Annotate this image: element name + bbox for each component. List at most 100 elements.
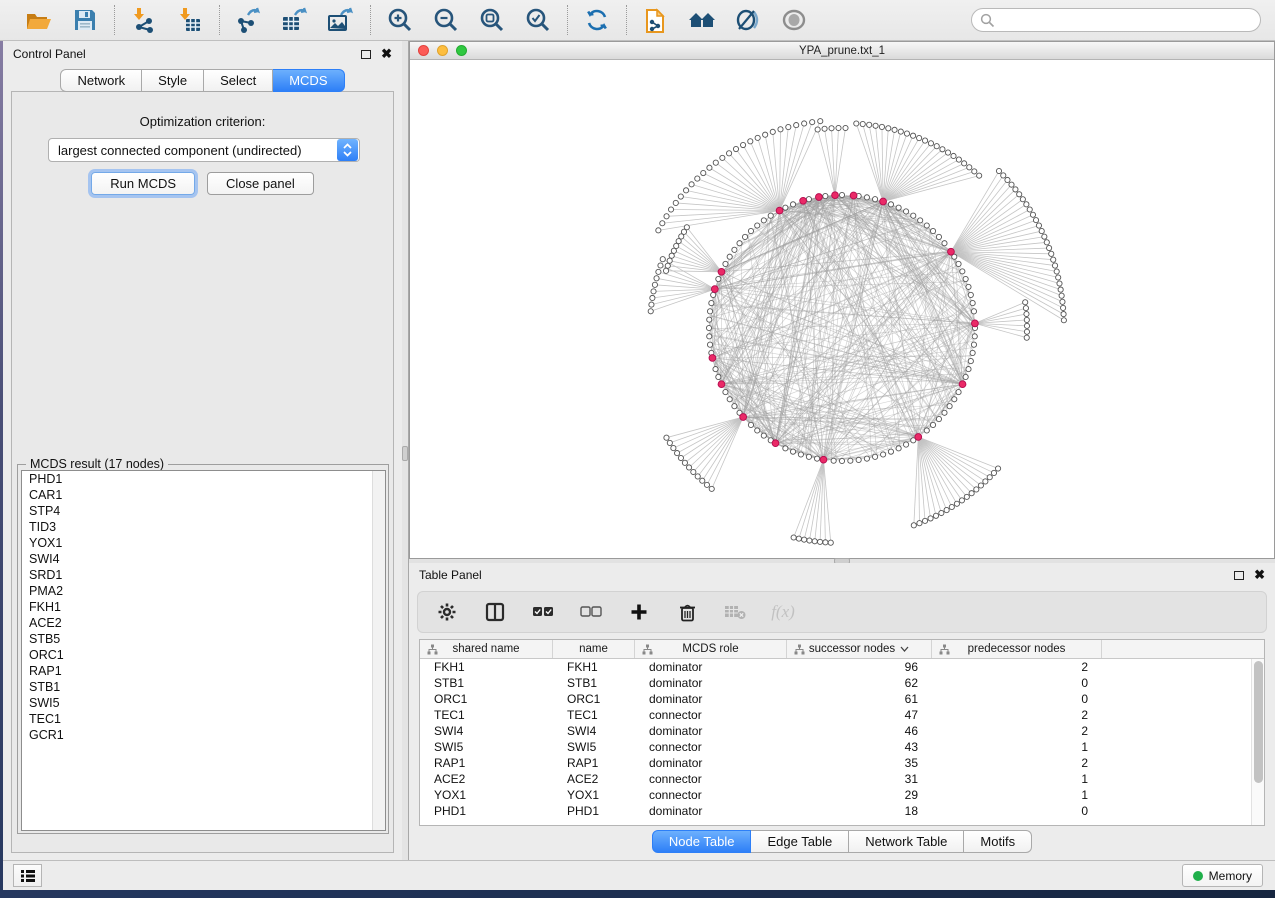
- leaf-node[interactable]: [969, 491, 974, 496]
- ring-node[interactable]: [790, 202, 795, 207]
- leaf-node[interactable]: [1024, 323, 1029, 328]
- ring-node[interactable]: [888, 202, 893, 207]
- leaf-node[interactable]: [1023, 306, 1028, 311]
- mcds-result-item[interactable]: STB1: [22, 679, 385, 695]
- leaf-node[interactable]: [1036, 223, 1041, 228]
- leaf-node[interactable]: [928, 516, 933, 521]
- mcds-result-item[interactable]: PHD1: [22, 471, 385, 487]
- leaf-node[interactable]: [917, 135, 922, 140]
- ring-node[interactable]: [713, 366, 718, 371]
- ring-node[interactable]: [727, 397, 732, 402]
- ring-node[interactable]: [911, 213, 916, 218]
- tab-edge-table[interactable]: Edge Table: [751, 830, 849, 853]
- ring-node[interactable]: [952, 397, 957, 402]
- leaf-node[interactable]: [1059, 293, 1064, 298]
- leaf-node[interactable]: [843, 125, 848, 130]
- leaf-node[interactable]: [671, 445, 676, 450]
- leaf-node[interactable]: [1027, 207, 1032, 212]
- table-row[interactable]: ACE2ACE2connector311: [420, 771, 1251, 787]
- ring-node[interactable]: [783, 446, 788, 451]
- leaf-node[interactable]: [1023, 300, 1028, 305]
- leaf-node[interactable]: [770, 129, 775, 134]
- ring-node[interactable]: [707, 342, 712, 347]
- leaf-node[interactable]: [1061, 311, 1066, 316]
- ring-node[interactable]: [839, 458, 844, 463]
- ring-node[interactable]: [798, 452, 803, 457]
- ring-node[interactable]: [924, 428, 929, 433]
- mcds-result-item[interactable]: STB5: [22, 631, 385, 647]
- leaf-node[interactable]: [823, 540, 828, 545]
- leaf-node[interactable]: [922, 518, 927, 523]
- table-row[interactable]: PHD1PHD1dominator180: [420, 803, 1251, 819]
- ring-node[interactable]: [732, 404, 737, 409]
- leaf-node[interactable]: [967, 165, 972, 170]
- leaf-node[interactable]: [791, 535, 796, 540]
- import-network-button[interactable]: [129, 6, 159, 34]
- refresh-view-button[interactable]: [582, 6, 612, 34]
- leaf-node[interactable]: [664, 214, 669, 219]
- leaf-node[interactable]: [812, 539, 817, 544]
- leaf-node[interactable]: [1017, 192, 1022, 197]
- mcds-result-item[interactable]: ORC1: [22, 647, 385, 663]
- mcds-hub-node[interactable]: [709, 355, 716, 362]
- table-row[interactable]: SWI4SWI4dominator462: [420, 723, 1251, 739]
- leaf-node[interactable]: [1024, 202, 1029, 207]
- ring-node[interactable]: [903, 209, 908, 214]
- leaf-node[interactable]: [1057, 281, 1062, 286]
- leaf-node[interactable]: [700, 478, 705, 483]
- ring-node[interactable]: [823, 193, 828, 198]
- leaf-node[interactable]: [733, 146, 738, 151]
- ring-node[interactable]: [732, 247, 737, 252]
- tab-mcds[interactable]: MCDS: [273, 69, 344, 92]
- leaf-node[interactable]: [1024, 335, 1029, 340]
- leaf-node[interactable]: [1009, 182, 1014, 187]
- leaf-node[interactable]: [652, 282, 657, 287]
- import-table-button[interactable]: [175, 6, 205, 34]
- ring-node[interactable]: [942, 241, 947, 246]
- leaf-node[interactable]: [945, 150, 950, 155]
- leaf-node[interactable]: [707, 165, 712, 170]
- ring-node[interactable]: [839, 192, 844, 197]
- ring-node[interactable]: [963, 374, 968, 379]
- table-row[interactable]: SWI5SWI5connector431: [420, 739, 1251, 755]
- leaf-node[interactable]: [686, 465, 691, 470]
- mcds-result-item[interactable]: ACE2: [22, 615, 385, 631]
- leaf-node[interactable]: [828, 540, 833, 545]
- table-settings-button[interactable]: [434, 599, 460, 625]
- ring-node[interactable]: [761, 433, 766, 438]
- ring-node[interactable]: [968, 292, 973, 297]
- leaf-node[interactable]: [1024, 311, 1029, 316]
- mcds-result-item[interactable]: STP4: [22, 503, 385, 519]
- ring-node[interactable]: [864, 456, 869, 461]
- mcds-result-item[interactable]: CAR1: [22, 487, 385, 503]
- leaf-node[interactable]: [962, 161, 967, 166]
- leaf-node[interactable]: [922, 138, 927, 143]
- ring-node[interactable]: [880, 452, 885, 457]
- leaf-node[interactable]: [886, 126, 891, 131]
- show-eye-button[interactable]: [779, 6, 809, 34]
- ring-node[interactable]: [903, 442, 908, 447]
- ring-node[interactable]: [972, 334, 977, 339]
- ring-node[interactable]: [864, 195, 869, 200]
- leaf-node[interactable]: [987, 475, 992, 480]
- mcds-hub-node[interactable]: [772, 440, 779, 447]
- table-scrollbar[interactable]: [1251, 659, 1264, 825]
- leaf-node[interactable]: [658, 263, 663, 268]
- leaf-node[interactable]: [667, 258, 672, 263]
- ring-node[interactable]: [896, 205, 901, 210]
- ring-node[interactable]: [947, 404, 952, 409]
- vertical-splitter-handle[interactable]: [402, 446, 408, 461]
- leaf-node[interactable]: [709, 486, 714, 491]
- mcds-result-item[interactable]: SRD1: [22, 567, 385, 583]
- ring-node[interactable]: [806, 454, 811, 459]
- leaf-node[interactable]: [704, 482, 709, 487]
- ring-node[interactable]: [918, 218, 923, 223]
- leaf-node[interactable]: [682, 460, 687, 465]
- column-header-shared-name[interactable]: shared name: [420, 640, 553, 658]
- network-from-file-button[interactable]: [641, 6, 671, 34]
- memory-button[interactable]: Memory: [1182, 864, 1263, 887]
- leaf-node[interactable]: [673, 200, 678, 205]
- leaf-node[interactable]: [1052, 263, 1057, 268]
- ring-node[interactable]: [872, 454, 877, 459]
- leaf-node[interactable]: [649, 302, 654, 307]
